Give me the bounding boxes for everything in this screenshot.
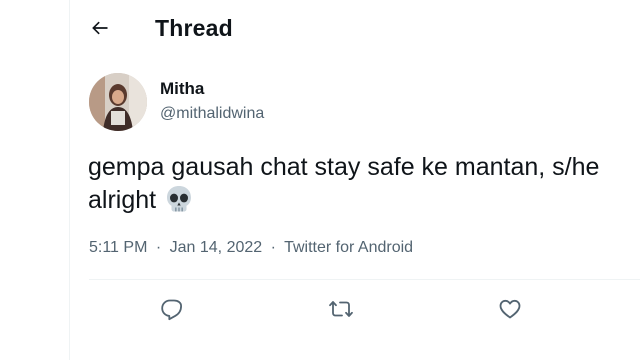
arrow-left-icon [92, 21, 108, 35]
retweet-icon [329, 301, 353, 317]
username[interactable]: @mithalidwina [160, 104, 264, 124]
skull-emoji-icon [164, 184, 194, 217]
meta-separator: · [155, 239, 162, 256]
back-button[interactable] [86, 14, 114, 42]
like-button[interactable] [495, 294, 525, 324]
reply-button[interactable] [157, 294, 187, 324]
tweet-date[interactable]: Jan 14, 2022 [170, 239, 263, 256]
avatar[interactable] [89, 73, 147, 131]
tweet-source[interactable]: Twitter for Android [284, 239, 413, 256]
tweet-meta: 5:11 PM · Jan 14, 2022 · Twitter for And… [89, 238, 413, 258]
heart-icon [499, 299, 521, 319]
thread-header: Thread [70, 0, 640, 56]
meta-separator: · [270, 239, 276, 256]
display-name[interactable]: Mitha [160, 79, 204, 99]
tweet-text-fragment: alright [88, 186, 157, 214]
reply-icon [161, 299, 182, 321]
tweet-time[interactable]: 5:11 PM [89, 239, 147, 256]
avatar-image [89, 73, 147, 131]
thread-view: Thread Mitha @mithalidwina gempa gausah … [0, 0, 640, 360]
tweet-text: gempa gausah chat stay safe ke mantan, s… [88, 151, 640, 217]
tweet-text-line: gempa gausah chat stay safe ke mantan, s… [88, 153, 600, 181]
retweet-button[interactable] [326, 294, 356, 324]
tweet-text-line: alright [88, 184, 640, 217]
page-title: Thread [155, 15, 233, 41]
divider [89, 279, 640, 280]
